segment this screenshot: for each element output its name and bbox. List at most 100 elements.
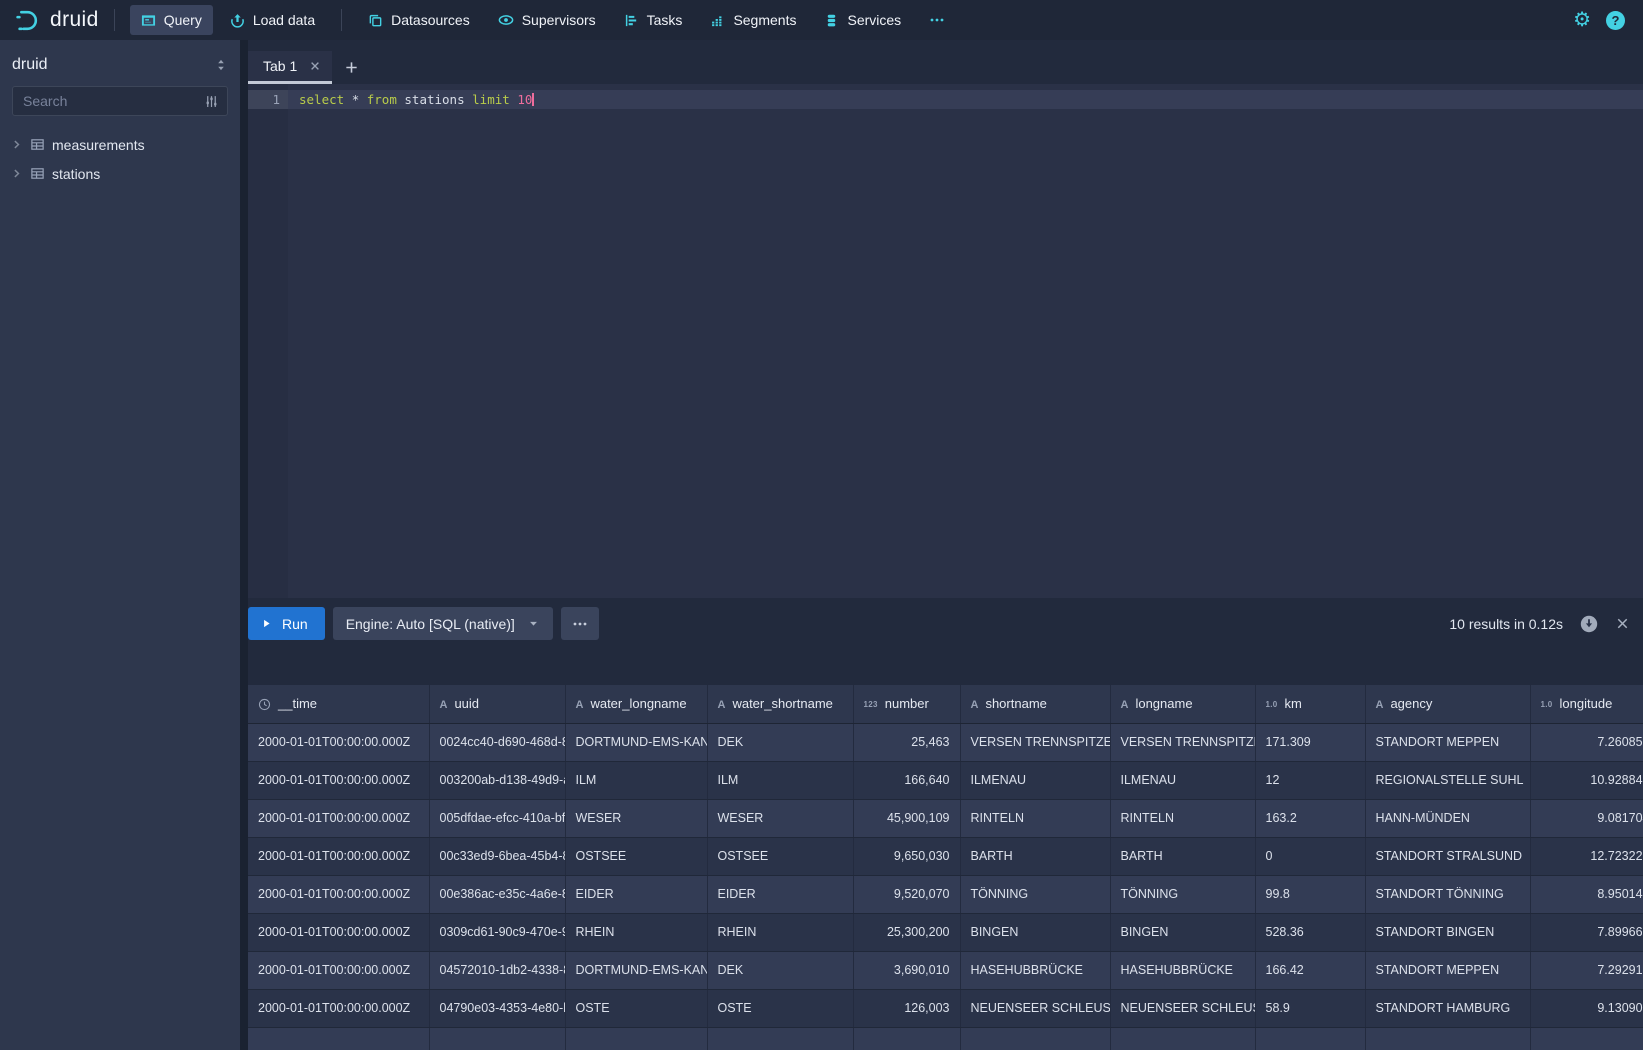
table-cell[interactable]: 9,650,030 <box>853 837 960 875</box>
table-cell[interactable]: BARTH <box>960 837 1110 875</box>
table-cell[interactable]: VERSEN TRENNSPITZE <box>960 723 1110 761</box>
table-cell[interactable]: 005dfdae-efcc-410a-bf1 <box>429 799 565 837</box>
table-cell[interactable]: HASEHUBBRÜCKE <box>1110 951 1255 989</box>
table-cell[interactable]: TÖNNING <box>960 875 1110 913</box>
column-header-uuid[interactable]: Auuid <box>429 685 565 723</box>
schema-header[interactable]: druid <box>0 40 240 86</box>
table-cell[interactable]: 2000-01-01T00:00:00.000Z <box>248 875 429 913</box>
table-cell[interactable] <box>429 1027 565 1050</box>
nav-item-datasources[interactable]: Datasources <box>357 5 481 35</box>
nav-item-segments[interactable]: Segments <box>699 5 807 35</box>
nav-item-query[interactable]: Query <box>130 5 213 35</box>
table-cell[interactable]: RHEIN <box>707 913 853 951</box>
table-cell[interactable]: VERSEN TRENNSPITZE <box>1110 723 1255 761</box>
table-cell[interactable] <box>248 1027 429 1050</box>
table-cell[interactable]: TÖNNING <box>1110 875 1255 913</box>
table-cell[interactable]: 528.36 <box>1255 913 1365 951</box>
table-cell[interactable]: STANDORT STRALSUND <box>1365 837 1530 875</box>
column-header-km[interactable]: 1.0km <box>1255 685 1365 723</box>
table-cell[interactable]: 163.2 <box>1255 799 1365 837</box>
table-cell[interactable]: 00e386ac-e35c-4a6e-80 <box>429 875 565 913</box>
query-more-button[interactable] <box>561 607 599 640</box>
table-cell[interactable]: BINGEN <box>1110 913 1255 951</box>
table-cell[interactable]: 0309cd61-90c9-470e-99 <box>429 913 565 951</box>
table-cell[interactable]: DORTMUND-EMS-KANA <box>565 723 707 761</box>
table-cell[interactable]: 04572010-1db2-4338-85 <box>429 951 565 989</box>
table-cell[interactable]: 7.260856 <box>1530 723 1643 761</box>
table-cell[interactable]: STANDORT BINGEN <box>1365 913 1530 951</box>
table-cell[interactable]: 166,640 <box>853 761 960 799</box>
table-cell[interactable]: RINTELN <box>1110 799 1255 837</box>
table-cell[interactable]: OSTE <box>565 989 707 1027</box>
table-cell[interactable] <box>853 1027 960 1050</box>
table-cell[interactable]: 2000-01-01T00:00:00.000Z <box>248 837 429 875</box>
table-cell[interactable]: ILMENAU <box>960 761 1110 799</box>
table-cell[interactable]: 12 <box>1255 761 1365 799</box>
table-cell[interactable]: 2000-01-01T00:00:00.000Z <box>248 723 429 761</box>
table-cell[interactable]: 2000-01-01T00:00:00.000Z <box>248 951 429 989</box>
table-cell[interactable]: OSTE <box>707 989 853 1027</box>
table-cell[interactable]: 9.081704 <box>1530 799 1643 837</box>
table-cell[interactable] <box>1255 1027 1365 1050</box>
column-header-__time[interactable]: __time <box>248 685 429 723</box>
double-caret-vertical-icon[interactable] <box>214 58 228 72</box>
sql-editor[interactable]: 1 select * from stations limit 10 <box>248 84 1643 598</box>
table-cell[interactable]: WESER <box>565 799 707 837</box>
table-cell[interactable]: STANDORT MEPPEN <box>1365 951 1530 989</box>
column-header-water_shortname[interactable]: Awater_shortname <box>707 685 853 723</box>
table-cell[interactable]: DORTMUND-EMS-KANA <box>565 951 707 989</box>
table-cell[interactable] <box>707 1027 853 1050</box>
chevron-right-icon[interactable] <box>10 138 23 151</box>
column-header-longname[interactable]: Alongname <box>1110 685 1255 723</box>
table-cell[interactable]: NEUENSEER SCHLEUSEN <box>1110 989 1255 1027</box>
table-cell[interactable]: BARTH <box>1110 837 1255 875</box>
column-header-number[interactable]: 123number <box>853 685 960 723</box>
table-cell[interactable]: 45,900,109 <box>853 799 960 837</box>
engine-select-button[interactable]: Engine: Auto [SQL (native)] <box>333 607 553 640</box>
table-cell[interactable]: OSTSEE <box>565 837 707 875</box>
table-cell[interactable]: 99.8 <box>1255 875 1365 913</box>
editor-code[interactable]: select * from stations limit 10 <box>288 84 1643 598</box>
table-cell[interactable]: HANN-MÜNDEN <box>1365 799 1530 837</box>
table-cell[interactable]: ILM <box>565 761 707 799</box>
table-cell[interactable]: RINTELN <box>960 799 1110 837</box>
table-cell[interactable]: DEK <box>707 723 853 761</box>
table-cell[interactable]: NEUENSEER SCHLEUSEN <box>960 989 1110 1027</box>
table-cell[interactable] <box>1530 1027 1643 1050</box>
table-cell[interactable]: 2000-01-01T00:00:00.000Z <box>248 913 429 951</box>
table-cell[interactable]: 25,463 <box>853 723 960 761</box>
help-icon[interactable]: ? <box>1606 11 1625 30</box>
tree-item-measurements[interactable]: measurements <box>0 130 240 159</box>
nav-item-load-data[interactable]: Load data <box>219 5 326 35</box>
download-icon[interactable] <box>1580 615 1598 633</box>
table-cell[interactable]: 2000-01-01T00:00:00.000Z <box>248 761 429 799</box>
table-cell[interactable]: 25,300,200 <box>853 913 960 951</box>
table-cell[interactable]: 9,520,070 <box>853 875 960 913</box>
table-cell[interactable]: STANDORT TÖNNING <box>1365 875 1530 913</box>
table-cell[interactable]: 2000-01-01T00:00:00.000Z <box>248 989 429 1027</box>
close-results-icon[interactable] <box>1615 616 1630 631</box>
table-cell[interactable]: 7.899667 <box>1530 913 1643 951</box>
close-icon[interactable] <box>309 60 321 72</box>
table-cell[interactable]: WESER <box>707 799 853 837</box>
filter-sliders-icon[interactable] <box>204 94 219 109</box>
table-cell[interactable]: 3,690,010 <box>853 951 960 989</box>
table-cell[interactable]: 9.130902 <box>1530 989 1643 1027</box>
table-cell[interactable]: 04790e03-4353-4e80-be <box>429 989 565 1027</box>
table-cell[interactable] <box>1110 1027 1255 1050</box>
run-button[interactable]: Run <box>248 607 325 640</box>
table-cell[interactable]: 12.723226 <box>1530 837 1643 875</box>
table-cell[interactable]: EIDER <box>707 875 853 913</box>
table-cell[interactable]: STANDORT HAMBURG <box>1365 989 1530 1027</box>
nav-item-services[interactable]: Services <box>813 5 912 35</box>
table-cell[interactable]: 0 <box>1255 837 1365 875</box>
table-cell[interactable] <box>565 1027 707 1050</box>
table-cell[interactable]: RHEIN <box>565 913 707 951</box>
table-cell[interactable]: BINGEN <box>960 913 1110 951</box>
column-header-water_longname[interactable]: Awater_longname <box>565 685 707 723</box>
table-cell[interactable]: ILMENAU <box>1110 761 1255 799</box>
nav-item-more[interactable] <box>918 5 956 35</box>
table-cell[interactable]: 126,003 <box>853 989 960 1027</box>
tree-item-stations[interactable]: stations <box>0 159 240 188</box>
nav-item-supervisors[interactable]: Supervisors <box>487 5 607 35</box>
